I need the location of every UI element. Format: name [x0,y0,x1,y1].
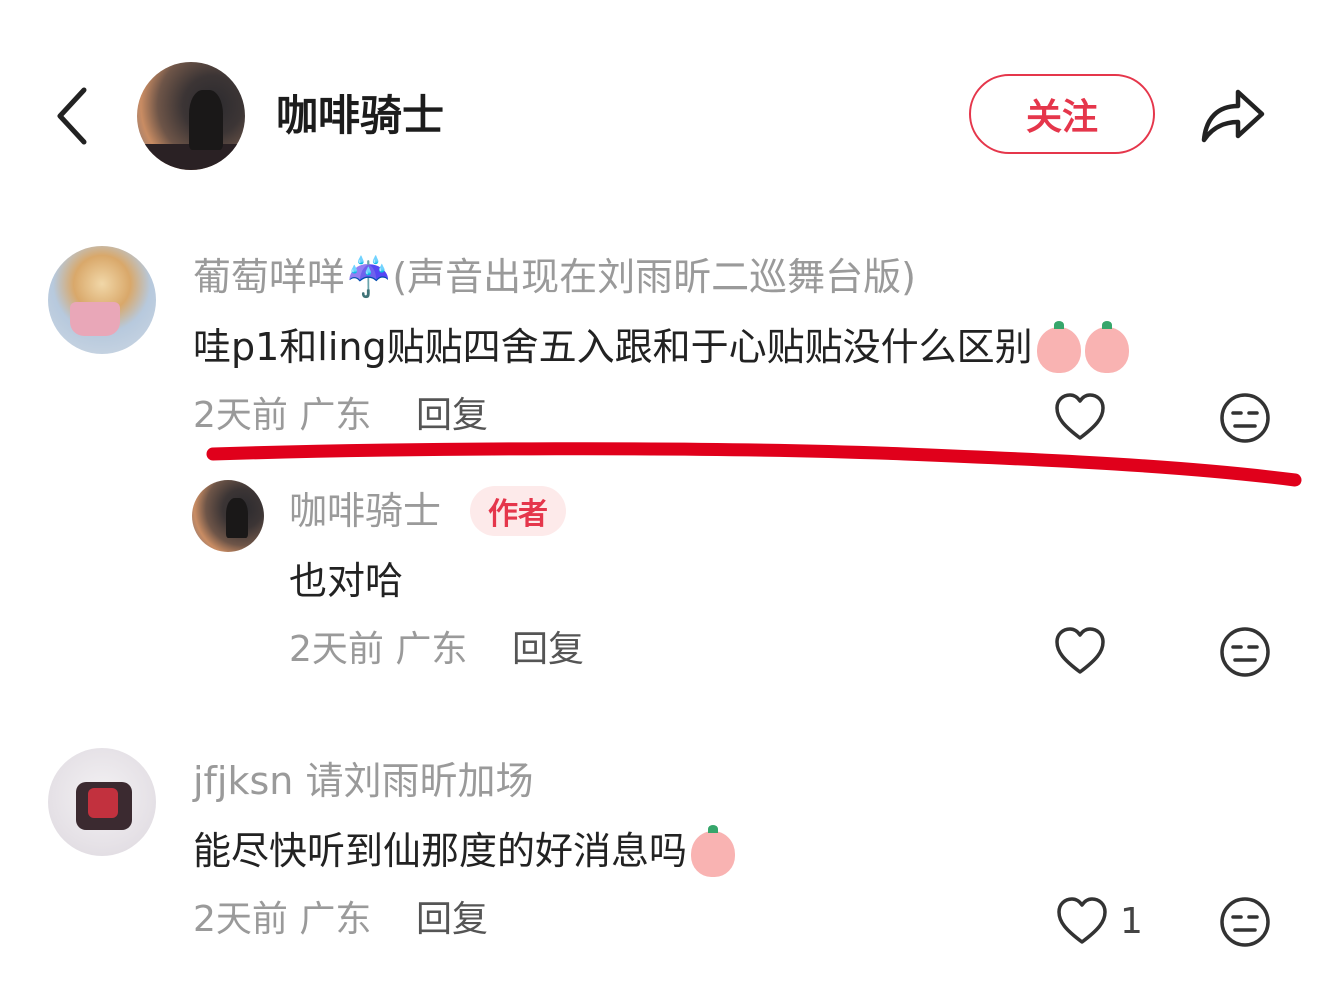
comment-username[interactable]: jfjksn 请刘雨昕加场 [193,758,533,804]
comment-location: 广东 [299,395,372,436]
drooling-heart-eyes-emoji [1036,320,1081,373]
comment-text-body: 哇p1和ling贴贴四舍五入跟和于心贴贴没什么区别 [193,325,1033,369]
reply-time: 2天前 [289,629,384,670]
surprised-face-emoji [691,824,736,877]
comment-time: 2天前 [193,899,288,940]
reply-username[interactable]: 咖啡骑士 [289,488,441,534]
meh-face-icon[interactable] [1219,392,1271,444]
reply-location: 广东 [395,629,468,670]
comment-text: 哇p1和ling贴贴四舍五入跟和于心贴贴没什么区别 [193,320,1129,373]
heart-icon[interactable] [1054,392,1106,442]
reply-button[interactable]: 回复 [416,394,488,438]
drooling-heart-eyes-emoji [1084,320,1129,373]
comment-text: 能尽快听到仙那度的好消息吗 [193,824,736,877]
meh-face-icon[interactable] [1219,896,1271,948]
comment-meta: 2天前 广东 [193,394,371,438]
like-count: 1 [1120,901,1143,942]
follow-button[interactable]: 关注 [969,74,1155,154]
comment-meta: 2天前 广东 [193,898,371,942]
commenter-avatar[interactable] [48,246,156,354]
heart-icon[interactable] [1054,626,1106,676]
reply-button[interactable]: 回复 [416,898,488,942]
reply-text: 也对哈 [289,559,404,603]
comment-time: 2天前 [193,395,288,436]
author-badge: 作者 [470,486,566,536]
author-name[interactable]: 咖啡骑士 [276,88,444,144]
heart-icon[interactable] [1056,896,1108,946]
back-icon[interactable] [52,84,96,148]
author-avatar[interactable] [137,62,245,170]
reply-button[interactable]: 回复 [512,628,584,672]
commenter-avatar[interactable] [48,748,156,856]
comment-location: 广东 [299,899,372,940]
reply-meta: 2天前 广东 [289,628,467,672]
comment-text-body: 能尽快听到仙那度的好消息吗 [193,829,688,873]
author-reply-avatar[interactable] [192,480,264,552]
meh-face-icon[interactable] [1219,626,1271,678]
comment-username[interactable]: 葡萄咩咩☔️(声音出现在刘雨昕二巡舞台版) [193,254,916,300]
share-arrow-icon[interactable] [1198,82,1268,146]
